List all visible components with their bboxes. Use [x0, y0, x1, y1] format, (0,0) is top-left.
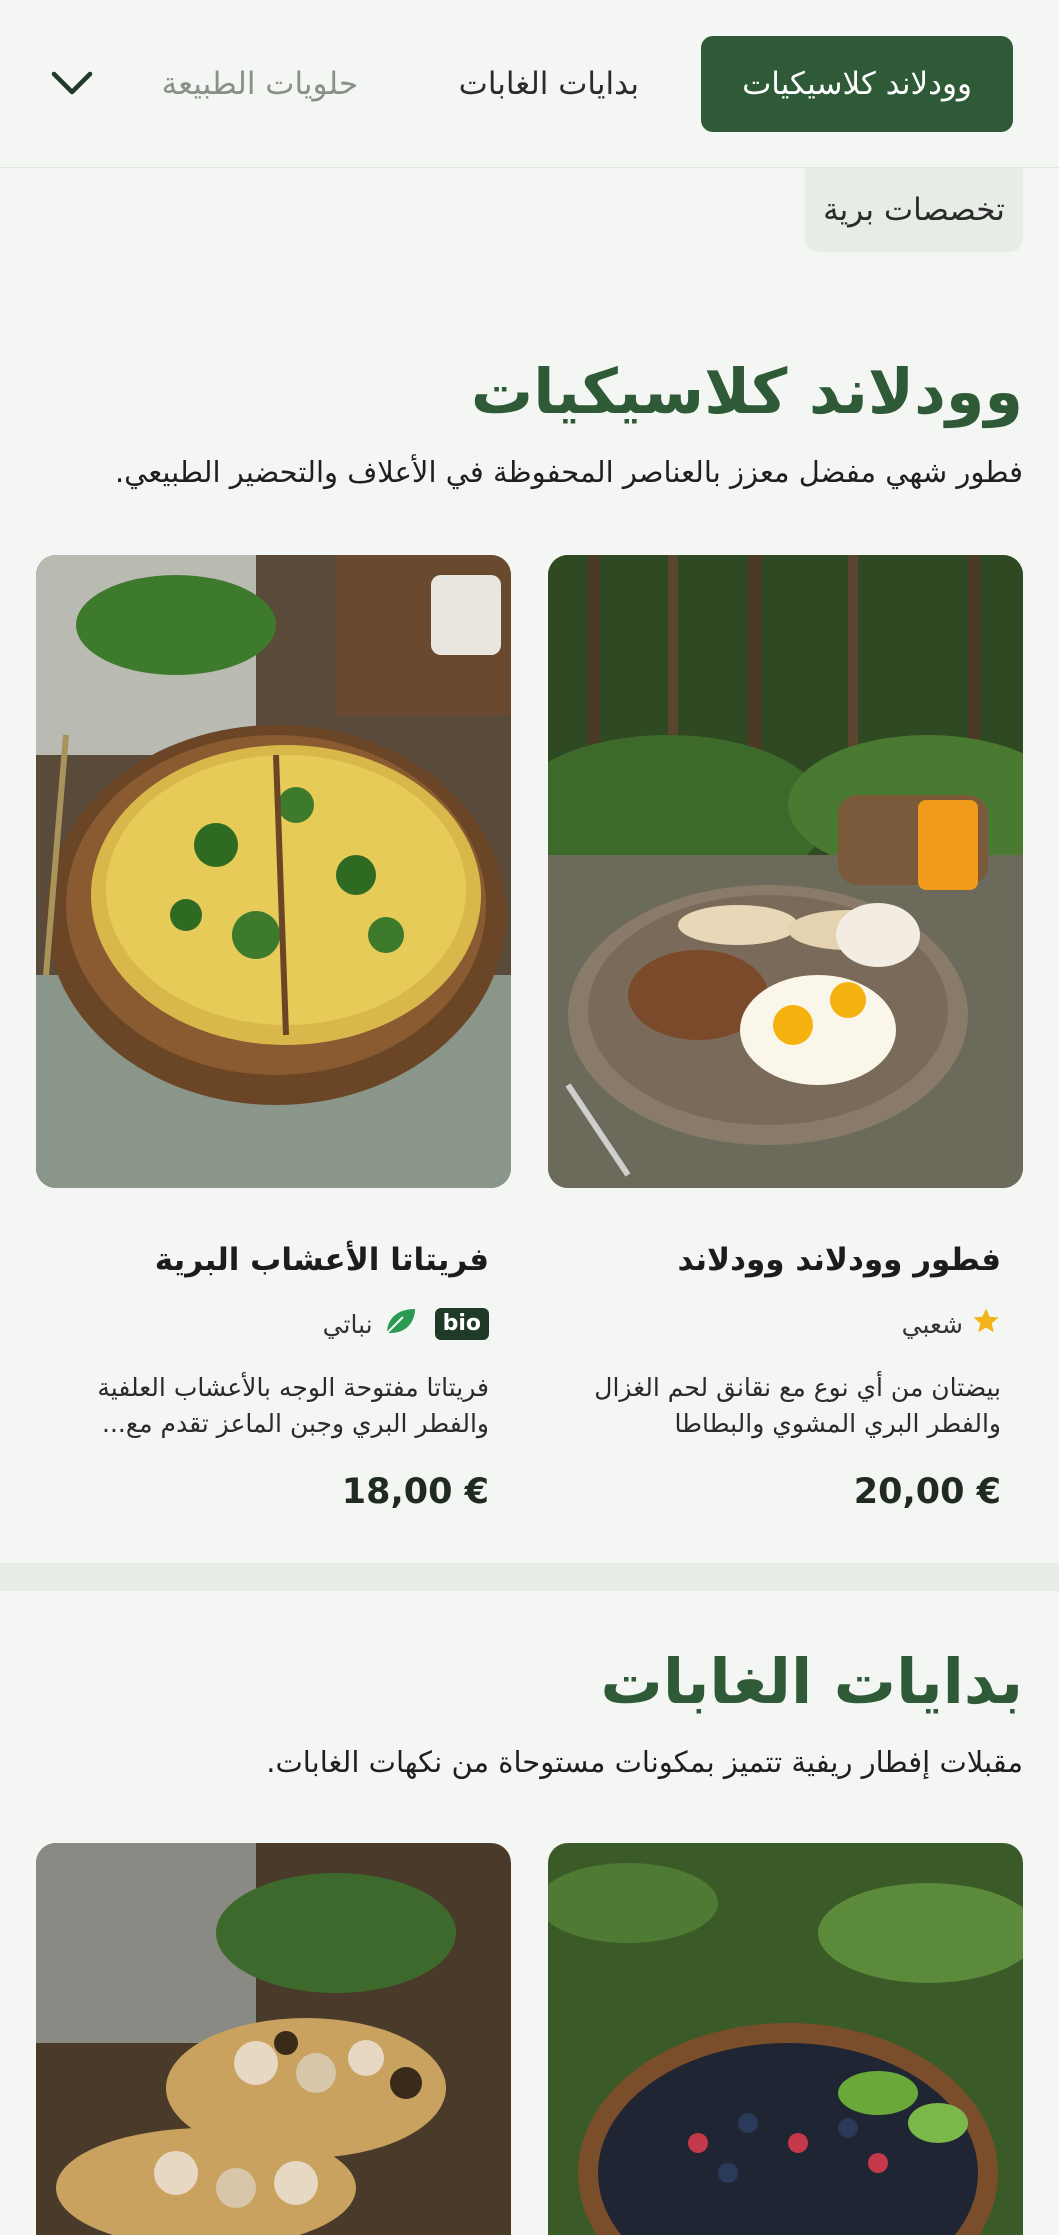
- vegan-leaf-icon: [381, 1305, 421, 1343]
- bio-badge: bio: [434, 1308, 489, 1340]
- dish-description: فريتاتا مفتوحة الوجه بالأعشاب العلفية وا…: [97, 1373, 489, 1438]
- tab-label: حلويات الطبيعة: [161, 66, 358, 102]
- tag-label: شعبي: [901, 1309, 963, 1339]
- dish-image: [36, 1843, 511, 2235]
- menu-item-card[interactable]: [36, 1843, 511, 2235]
- menu-item-card[interactable]: فطور وودلاند وودلاند شعبي بيضتان من أي ن…: [548, 555, 1023, 1512]
- vegan-tag: نباتي: [323, 1305, 421, 1343]
- chevron-down-icon[interactable]: [44, 60, 100, 108]
- dish-image: [548, 1843, 1023, 2235]
- section-divider: [0, 1563, 1059, 1591]
- section-description: مقبلات إفطار ريفية تتميز بمكونات مستوحاة…: [266, 1745, 1023, 1779]
- tab-forest-starters[interactable]: بدايات الغابات: [459, 36, 639, 132]
- bio-tag: bio: [434, 1308, 489, 1340]
- dish-price: 18,00 €: [341, 1472, 489, 1512]
- dish-image: [548, 555, 1023, 1188]
- tab-nature-sweets[interactable]: حلويات الطبيعة: [162, 36, 358, 132]
- menu-item-card[interactable]: [548, 1843, 1023, 2235]
- dish-tags: شعبي: [570, 1304, 1001, 1344]
- tab-label: بدايات الغابات: [458, 66, 639, 102]
- popular-tag: شعبي: [902, 1306, 1001, 1342]
- dish-name: فطور وودلاند وودلاند: [677, 1242, 1001, 1278]
- menu-item-card[interactable]: فريتاتا الأعشاب البرية bio نباتي فريتاتا…: [36, 555, 511, 1512]
- dish-name: فريتاتا الأعشاب البرية: [154, 1242, 489, 1278]
- section-title: وودلاند كلاسيكيات: [470, 355, 1023, 428]
- tag-label: نباتي: [322, 1309, 373, 1339]
- dish-description: بيضتان من أي نوع مع نقانق لحم الغزال وال…: [594, 1373, 1001, 1438]
- tab-woodland-classics[interactable]: وودلاند كلاسيكيات: [701, 36, 1013, 132]
- star-icon: [971, 1306, 1001, 1342]
- dish-image: [36, 555, 511, 1188]
- category-nav: وودلاند كلاسيكيات بدايات الغابات حلويات …: [0, 0, 1059, 168]
- section-description: فطور شهي مفضل معزز بالعناصر المحفوظة في …: [114, 455, 1023, 489]
- tab-label: تخصصات برية: [823, 192, 1005, 228]
- section-title: بدايات الغابات: [600, 1645, 1023, 1718]
- dish-tags: bio نباتي: [58, 1304, 489, 1344]
- tab-label: وودلاند كلاسيكيات: [742, 66, 972, 102]
- tab-wild-specialties[interactable]: تخصصات برية: [805, 168, 1023, 252]
- dish-price: 20,00 €: [853, 1472, 1001, 1512]
